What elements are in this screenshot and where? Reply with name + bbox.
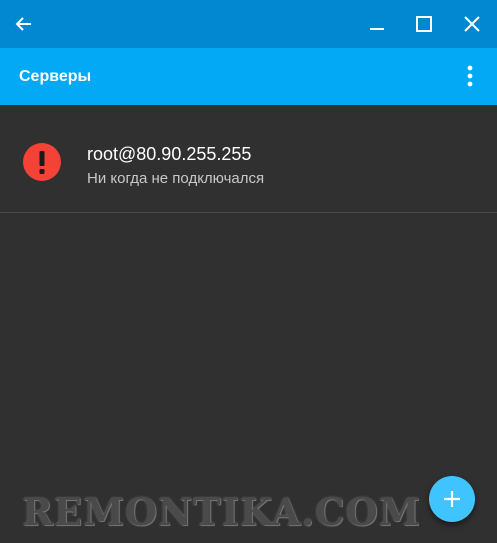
close-button[interactable] [448,0,496,48]
app-bar: Серверы [0,48,497,105]
overflow-menu-button[interactable] [452,56,488,96]
close-icon [464,16,480,32]
divider [0,212,497,213]
maximize-button[interactable] [400,0,448,48]
maximize-icon [416,16,432,32]
server-title: root@80.90.255.255 [87,144,252,164]
watermark: REMONTIKA.COM [22,490,421,534]
plus-icon [444,491,460,507]
window-titlebar [0,0,497,48]
alert-icon [23,143,61,181]
back-button[interactable] [0,0,48,48]
server-list: root@80.90.255.255 Ни когда не подключал… [0,105,497,543]
arrow-left-icon [15,17,31,31]
add-server-button[interactable] [429,476,475,522]
list-item[interactable]: root@80.90.255.255 Ни когда не подключал… [0,105,497,212]
more-vertical-icon [467,65,473,87]
minimize-button[interactable] [353,0,401,48]
minimize-icon [370,28,384,30]
page-title: Серверы [19,68,92,85]
server-status: Ни когда не подключался [87,170,265,187]
app-window: Серверы root@80.90.255.255 Ни когда не п… [0,0,497,543]
